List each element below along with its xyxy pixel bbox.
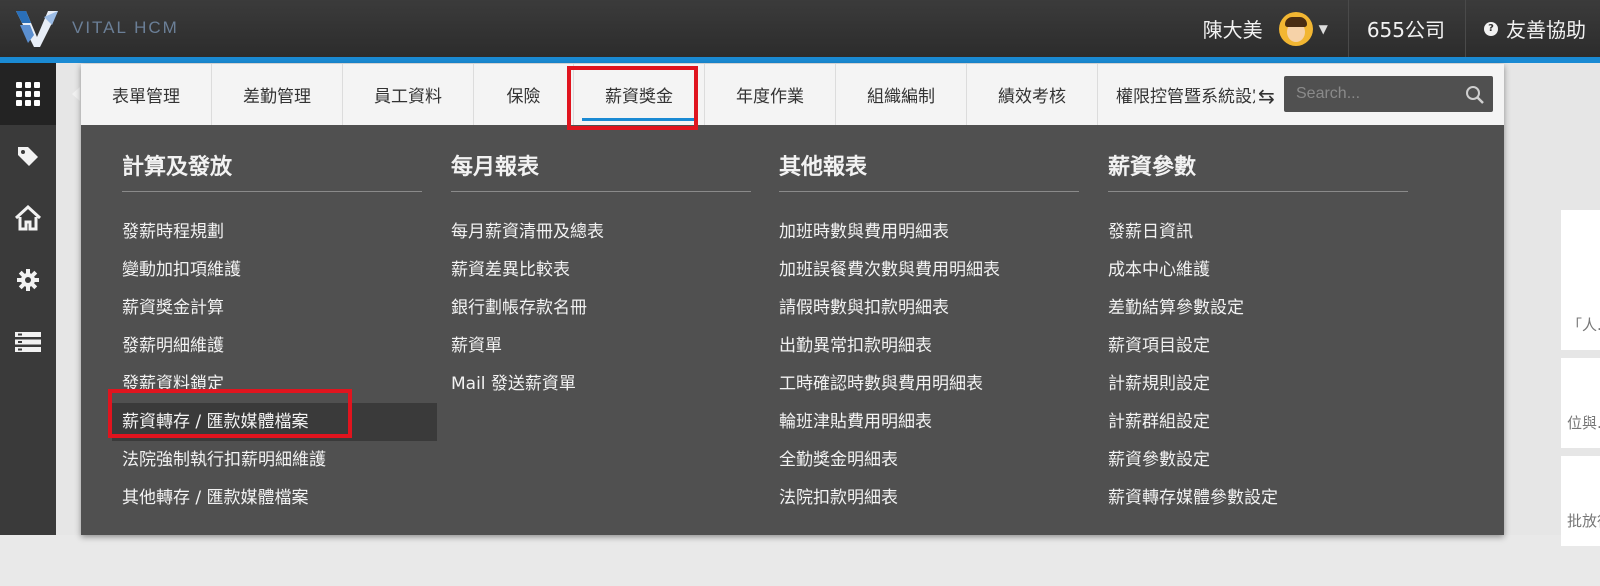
menu-pointer (72, 87, 80, 101)
column-list: 加班時數與費用明細表 加班誤餐費次數與費用明細表 請假時數與扣款明細表 出勤異常… (779, 213, 1099, 517)
tab-employee[interactable]: 員工資料 (343, 64, 474, 125)
menu-item[interactable]: 輪班津貼費用明細表 (779, 403, 1099, 441)
search-input[interactable] (1294, 84, 1468, 104)
tab-attendance[interactable]: 差勤管理 (212, 64, 343, 125)
highlight-box-item (108, 389, 352, 438)
menu-item[interactable]: Mail 發送薪資單 (451, 365, 771, 403)
menu-item[interactable]: 計薪規則設定 (1108, 365, 1428, 403)
tab-organization[interactable]: 組織編制 (836, 64, 967, 125)
menu-item[interactable]: 加班時數與費用明細表 (779, 213, 1099, 251)
menu-item[interactable]: 工時確認時數與費用明細表 (779, 365, 1099, 403)
question-icon: ? (1484, 21, 1498, 36)
swap-icon[interactable]: ⇆ (1258, 84, 1275, 108)
bg-card: 位與... (1561, 358, 1600, 448)
menu-item[interactable]: 差勤結算參數設定 (1108, 289, 1428, 327)
menu-item[interactable]: 法院強制執行扣薪明細維護 (122, 441, 442, 479)
menu-item[interactable]: 加班誤餐費次數與費用明細表 (779, 251, 1099, 289)
tab-performance[interactable]: 績效考核 (967, 64, 1098, 125)
divider (1347, 0, 1349, 57)
menu-item[interactable]: 每月薪資清冊及總表 (451, 213, 771, 251)
left-sidebar (0, 63, 56, 535)
column-title: 薪資參數 (1108, 149, 1408, 192)
menu-item[interactable]: 薪資差異比較表 (451, 251, 771, 289)
column-title: 其他報表 (779, 149, 1079, 192)
list-icon (15, 332, 41, 352)
brand-logo[interactable]: VITAL HCM (14, 6, 179, 50)
tag-icon (18, 147, 38, 166)
tab-forms[interactable]: 表單管理 (81, 64, 212, 125)
search-icon[interactable] (1465, 85, 1485, 105)
column-title: 每月報表 (451, 149, 751, 192)
vital-logo-icon (16, 11, 58, 47)
column-title: 計算及發放 (122, 149, 422, 192)
bg-card: 「人... (1561, 260, 1600, 350)
tab-annual[interactable]: 年度作業 (705, 64, 836, 125)
tab-insurance[interactable]: 保險 (474, 64, 574, 125)
column-list: 發薪日資訊 成本中心維護 差勤結算參數設定 薪資項目設定 計薪規則設定 計薪群組… (1108, 213, 1428, 517)
company-selector[interactable]: 655公司 (1367, 14, 1445, 43)
sidebar-apps[interactable] (0, 63, 56, 125)
bg-card: 批放行... (1561, 456, 1600, 546)
user-name[interactable]: 陳大美 (1203, 14, 1263, 43)
avatar[interactable] (1278, 11, 1313, 46)
menu-item[interactable]: 薪資轉存媒體參數設定 (1108, 479, 1428, 517)
menu-item[interactable]: 薪資獎金計算 (122, 289, 442, 327)
menu-item[interactable]: 法院扣款明細表 (779, 479, 1099, 517)
menu-item[interactable]: 薪資項目設定 (1108, 327, 1428, 365)
menu-item[interactable]: 薪資參數設定 (1108, 441, 1428, 479)
menu-item[interactable]: 銀行劃帳存款名冊 (451, 289, 771, 327)
menu-tab-bar: 表單管理 差勤管理 員工資料 保險 薪資獎金 年度作業 組織編制 績效考核 權限… (81, 64, 1504, 125)
menu-item[interactable]: 全勤獎金明細表 (779, 441, 1099, 479)
gear-icon (17, 269, 39, 291)
top-bar: VITAL HCM 陳大美 ▼ 655公司 ? 友善協助 (0, 0, 1600, 63)
brand-name: VITAL HCM (72, 18, 179, 37)
menu-item[interactable]: 發薪日資訊 (1108, 213, 1428, 251)
sidebar-tags[interactable] (0, 125, 56, 187)
menu-item[interactable]: 其他轉存 / 匯款媒體檔案 (122, 479, 442, 517)
menu-item[interactable]: 變動加扣項維護 (122, 251, 442, 289)
highlight-box-tab (567, 66, 698, 130)
divider (1465, 0, 1466, 57)
menu-item[interactable]: 發薪明細維護 (122, 327, 442, 365)
menu-item[interactable]: 計薪群組設定 (1108, 403, 1428, 441)
home-icon (14, 205, 42, 231)
menu-item[interactable]: 請假時數與扣款明細表 (779, 289, 1099, 327)
menu-item[interactable]: 出勤異常扣款明細表 (779, 327, 1099, 365)
menu-item[interactable]: 成本中心維護 (1108, 251, 1428, 289)
mega-menu: 表單管理 差勤管理 員工資料 保險 薪資獎金 年度作業 組織編制 績效考核 權限… (81, 64, 1504, 535)
menu-search (1284, 76, 1493, 112)
chevron-down-icon[interactable]: ▼ (1319, 22, 1328, 36)
sidebar-settings[interactable] (0, 249, 56, 311)
menu-item[interactable]: 薪資單 (451, 327, 771, 365)
help-label: 友善協助 (1506, 18, 1586, 42)
column-list: 每月薪資清冊及總表 薪資差異比較表 銀行劃帳存款名冊 薪資單 Mail 發送薪資… (451, 213, 771, 403)
menu-item[interactable]: 發薪時程規劃 (122, 213, 442, 251)
avatar-hair (1284, 16, 1307, 27)
tab-permissions[interactable]: 權限控管暨系統設定 (1098, 64, 1255, 125)
user-area: 陳大美 ▼ 655公司 ? 友善協助 (1203, 0, 1600, 57)
sidebar-list[interactable] (0, 311, 56, 373)
sidebar-home[interactable] (0, 187, 56, 249)
column-list: 發薪時程規劃 變動加扣項維護 薪資獎金計算 發薪明細維護 發薪資料鎖定 薪資轉存… (112, 213, 442, 517)
apps-grid-icon (16, 82, 40, 106)
help-button[interactable]: ? 友善協助 (1484, 14, 1586, 43)
